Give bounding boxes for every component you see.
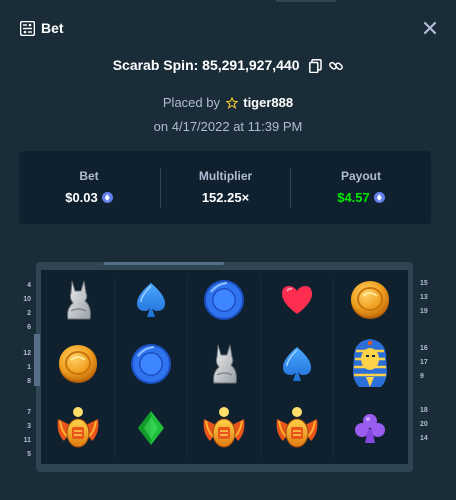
- payline-numbers-left-bottom: 7 3 11 5: [20, 406, 31, 462]
- reel-cell: [41, 398, 114, 462]
- frame-accent: [34, 334, 40, 386]
- club-icon: [353, 411, 387, 450]
- payline-numbers-right-top: 15 13 19: [420, 277, 434, 319]
- payline-number: 8: [27, 378, 31, 385]
- blue-ring-icon: [201, 277, 247, 328]
- payline-number: 16: [420, 345, 428, 352]
- reel-divider: [260, 276, 261, 458]
- link-icon[interactable]: [329, 59, 344, 73]
- reel-cell: [260, 334, 333, 398]
- close-icon[interactable]: [419, 17, 441, 39]
- payline-number: 6: [27, 324, 31, 331]
- cat-statue-icon: [204, 341, 244, 392]
- reel-cell: [187, 398, 260, 462]
- payline-number: 15: [420, 280, 428, 287]
- reel-divider: [114, 276, 115, 458]
- coin-icon: [348, 278, 392, 327]
- payline-number: 14: [420, 435, 428, 442]
- reel-cell: [333, 334, 406, 398]
- payline-number: 7: [27, 409, 31, 416]
- payline-numbers-left-top: 4 10 2 6: [20, 279, 31, 335]
- bet-value-row: $0.03: [19, 190, 159, 205]
- ethereum-icon: [101, 192, 113, 203]
- payline-number: 3: [27, 423, 31, 430]
- bet-label: Bet: [79, 169, 99, 183]
- reel-column: [187, 270, 260, 464]
- reel-cell: [114, 398, 187, 462]
- bet-value: $0.03: [65, 190, 98, 205]
- pharaoh-icon: [349, 337, 391, 396]
- payout-value-row: $4.57: [291, 190, 431, 205]
- payline-number: 4: [27, 282, 31, 289]
- bet-date: on 4/17/2022 at 11:39 PM: [153, 119, 303, 134]
- reel-column: [260, 270, 333, 464]
- payline-number: 17: [420, 359, 428, 366]
- payline-number: 13: [420, 294, 428, 301]
- payline-numbers-right-middle: 16 17 9: [420, 342, 434, 384]
- copy-icon[interactable]: [309, 59, 323, 73]
- multiplier-stat: Multiplier 152.25×: [161, 151, 290, 224]
- payout-value: $4.57: [337, 190, 370, 205]
- game-id-line: Scarab Spin: 85,291,927,440: [0, 57, 456, 73]
- payline-number: 2: [27, 310, 31, 317]
- reel-divider: [187, 276, 188, 458]
- cat-statue-icon: [58, 277, 98, 328]
- modal-title: Bet: [41, 20, 64, 36]
- reel-cell: [41, 270, 114, 334]
- reel-cell: [187, 270, 260, 334]
- ethereum-icon: [373, 192, 385, 203]
- username-link[interactable]: tiger888: [243, 95, 293, 110]
- reel-cell: [333, 398, 406, 462]
- bet-stat: Bet $0.03: [19, 151, 159, 224]
- reel-cell: [333, 270, 406, 334]
- frame-accent: [103, 262, 225, 265]
- payline-number: 20: [420, 421, 428, 428]
- payline-number: 11: [23, 437, 31, 444]
- game-id: Scarab Spin: 85,291,927,440: [112, 57, 300, 73]
- payline-numbers-left-middle: 12 1 8: [20, 347, 31, 389]
- blue-ring-icon: [128, 341, 174, 392]
- reel-grid: [41, 270, 408, 464]
- reel-cell: [114, 270, 187, 334]
- payout-label: Payout: [340, 169, 381, 183]
- slot-board: [34, 262, 413, 472]
- reel-cell: [260, 398, 333, 462]
- reel-divider: [333, 276, 334, 458]
- spade-icon: [133, 281, 169, 324]
- payline-number: 5: [27, 451, 31, 458]
- scarab-icon: [200, 405, 248, 456]
- reel-cell: [187, 334, 260, 398]
- star-icon: [224, 96, 239, 110]
- reel-column: [41, 270, 114, 464]
- multiplier-label: Multiplier: [198, 169, 253, 183]
- payline-number: 18: [420, 407, 428, 414]
- bet-stats-panel: Bet $0.03 Multiplier 152.25× Payout $4.5…: [19, 151, 431, 224]
- scarab-icon: [273, 405, 321, 456]
- payline-numbers-right-bottom: 18 20 14: [420, 404, 434, 446]
- placed-by-label: Placed by: [162, 95, 220, 110]
- reel-cell: [41, 334, 114, 398]
- payline-number: 1: [27, 364, 31, 371]
- scarab-icon: [54, 405, 102, 456]
- payline-number: 10: [23, 296, 31, 303]
- payline-number: 12: [23, 350, 31, 357]
- reel-cell: [114, 334, 187, 398]
- reel-column: [114, 270, 187, 464]
- coin-icon: [56, 342, 100, 391]
- multiplier-value: 152.25×: [201, 190, 250, 205]
- payline-number: 19: [420, 308, 428, 315]
- heart-icon: [279, 283, 315, 322]
- payline-number: 9: [420, 373, 424, 380]
- payout-stat: Payout $4.57: [291, 151, 431, 224]
- bet-slip-icon: [20, 21, 35, 36]
- reel-cell: [260, 270, 333, 334]
- reel-column: [333, 270, 406, 464]
- spade-icon: [279, 345, 315, 388]
- modal-header: Bet: [0, 0, 456, 58]
- diamond-icon: [136, 409, 166, 452]
- placed-by-line: Placed by tiger888: [0, 95, 456, 110]
